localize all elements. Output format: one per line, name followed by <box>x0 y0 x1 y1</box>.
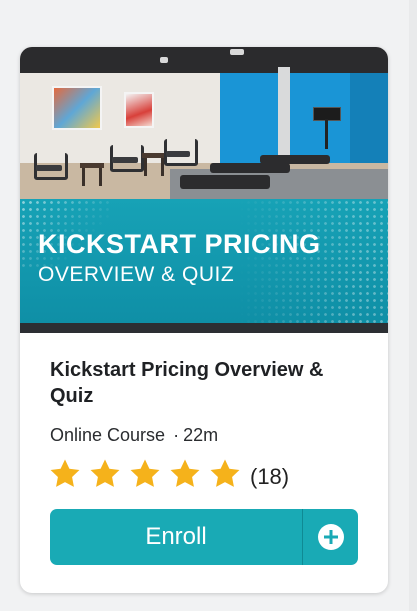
course-title[interactable]: Kickstart Pricing Overview & Quiz <box>50 357 368 409</box>
wall-art <box>124 92 154 128</box>
course-type: Online Course <box>50 425 166 445</box>
meta-separator: · <box>173 425 180 445</box>
rating-count: (18) <box>250 464 290 489</box>
course-meta: Online Course · 22m <box>50 425 218 446</box>
banner-title-band: KICKSTART PRICING OVERVIEW & QUIZ <box>20 199 388 323</box>
star-icon <box>208 457 248 497</box>
wall-art <box>52 86 102 130</box>
star-icon <box>88 457 128 497</box>
banner-photo <box>20 47 388 199</box>
star-icon <box>128 457 168 497</box>
banner-title: KICKSTART PRICING <box>38 229 321 259</box>
course-rating: (18) <box>48 457 289 497</box>
plus-circle-icon[interactable] <box>303 509 358 565</box>
star-icon <box>168 457 208 497</box>
star-icon <box>48 457 88 497</box>
enroll-button[interactable]: Enroll <box>50 509 358 565</box>
banner-subtitle: OVERVIEW & QUIZ <box>38 263 235 286</box>
next-card-edge <box>409 0 417 611</box>
course-banner[interactable]: KICKSTART PRICING OVERVIEW & QUIZ <box>20 47 388 333</box>
course-duration: 22m <box>183 425 219 445</box>
enroll-label[interactable]: Enroll <box>50 509 302 565</box>
banner-divider <box>20 323 388 333</box>
course-card[interactable]: KICKSTART PRICING OVERVIEW & QUIZ Kickst… <box>20 47 388 593</box>
